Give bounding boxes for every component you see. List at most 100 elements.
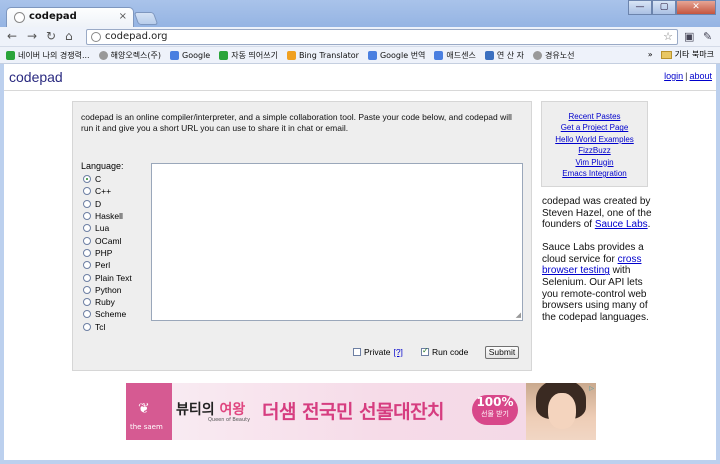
project-page-link[interactable]: Get a Project Page [542,122,647,133]
bookmark-item[interactable]: 자동 띄어쓰기 [219,50,278,61]
wrench-menu-icon[interactable]: ✎ [703,30,712,43]
radio-button[interactable] [83,199,91,208]
window-titlebar: codepad × — ▢ ✕ [0,0,720,28]
intro-text: codepad is an online compiler/interprete… [81,112,512,133]
private-help-link[interactable]: [?] [393,347,402,357]
radio-button[interactable] [83,298,91,307]
browser-tab[interactable]: codepad × [6,7,134,28]
bookmark-item[interactable]: 해양오렉스(주) [98,50,161,61]
bookmark-icon [219,50,229,60]
address-url[interactable]: codepad.org [105,31,168,42]
google-icon [170,50,180,60]
page-content: codepad login | about codepad is an online… [4,64,716,460]
tab-title: codepad [29,11,77,22]
bookmark-item[interactable]: Google [170,50,210,60]
ad-banner[interactable]: ❦ the saem 뷰티의 여왕 Queen of Beauty 더샘 전국민… [126,383,596,440]
radio-button[interactable] [83,236,91,245]
run-option[interactable]: Run code [421,346,469,357]
login-link[interactable]: login [664,71,683,81]
bookmarks-bar: 네이버 나의 경쟁력... 해양오렉스(주) Google 자동 띄어쓰기 Bi… [0,47,720,64]
private-option[interactable]: Private [?] [353,347,403,357]
bookmark-icon [98,50,108,60]
bookmark-item[interactable]: 애드센스 [434,50,476,61]
ad-logo-icon: ❦ [138,401,150,417]
bookmark-star-icon[interactable]: ☆ [663,30,673,43]
reload-icon[interactable]: ↻ [46,29,56,43]
language-option[interactable]: C++ [83,185,132,197]
site-logo[interactable]: codepad [9,69,63,85]
bookmarks-more-icon[interactable]: » [648,50,653,59]
ad-subline: Queen of Beauty [208,417,251,423]
fizzbuzz-link[interactable]: FizzBuzz [542,145,647,156]
radio-button[interactable] [83,224,91,233]
hello-world-link[interactable]: Hello World Examples [542,134,647,145]
ad-photo [526,383,596,440]
language-option[interactable]: Python [83,284,132,296]
radio-button[interactable] [83,187,91,196]
language-option[interactable]: OCaml [83,234,132,246]
paste-form: codepad is an online compiler/interprete… [72,101,532,371]
home-icon[interactable]: ⌂ [65,29,73,43]
language-option[interactable]: Tcl [83,321,132,333]
sidebar-links: Recent Pastes Get a Project Page Hello W… [541,101,648,187]
vim-plugin-link[interactable]: Vim Plugin [542,157,647,168]
globe-icon [91,32,101,42]
close-window-button[interactable]: ✕ [676,0,716,15]
emacs-link[interactable]: Emacs Integration [542,168,647,179]
bookmark-icon [6,50,15,60]
radio-button[interactable] [83,273,91,282]
ad-badge[interactable]: 100% 선물 받기 [472,395,518,425]
minimize-button[interactable]: — [628,0,652,15]
radio-button[interactable] [83,175,91,184]
other-bookmarks[interactable]: » 기타 북마크 [648,49,714,60]
radio-button[interactable] [83,322,91,331]
page-favicon-icon [14,12,25,23]
bookmark-icon [533,50,543,60]
new-tab-button[interactable] [133,12,159,25]
language-option[interactable]: Plain Text [83,271,132,283]
language-option[interactable]: Lua [83,222,132,234]
bookmark-item[interactable]: Bing Translator [286,50,359,60]
language-option[interactable]: Ruby [83,296,132,308]
about-link[interactable]: about [689,71,712,81]
bookmark-item[interactable]: 경유노선 [533,50,575,61]
maximize-button[interactable]: ▢ [652,0,676,15]
recent-pastes-link[interactable]: Recent Pastes [542,111,647,122]
code-textarea[interactable]: ◢ [151,163,523,321]
private-checkbox[interactable] [353,348,361,356]
sauce-labs-link[interactable]: Sauce Labs [595,219,648,230]
run-code-checkbox[interactable] [421,346,429,356]
site-header: codepad login | about [4,64,716,91]
google-icon [367,50,377,60]
radio-button[interactable] [83,212,91,221]
ad-headline: 뷰티의 여왕 [176,402,246,418]
language-option[interactable]: C [83,173,132,185]
forward-arrow-icon[interactable]: → [27,29,37,43]
window-controls: — ▢ ✕ [628,0,716,15]
bookmark-item[interactable]: Google 번역 [367,50,425,61]
resize-grip-icon[interactable]: ◢ [516,311,521,319]
language-option[interactable]: PHP [83,247,132,259]
radio-button[interactable] [83,248,91,257]
extension-icon[interactable]: ▣ [684,30,694,43]
run-code-label: Run code [432,347,469,357]
back-arrow-icon[interactable]: ← [7,29,17,43]
bookmark-icon [484,50,494,60]
language-option[interactable]: Perl [83,259,132,271]
bookmark-item[interactable]: 네이버 나의 경쟁력... [6,50,90,61]
language-option[interactable]: D [83,198,132,210]
browser-toolbar: ← → ↻ ⌂ codepad.org ☆ ▣ ✎ [0,27,720,47]
bing-icon [286,50,296,60]
tab-close-icon[interactable]: × [119,11,127,22]
radio-button[interactable] [83,285,91,294]
ad-info-icon[interactable]: ▷ [589,385,594,392]
bookmark-item[interactable]: 연 산 자 [484,50,524,61]
radio-button[interactable] [83,261,91,270]
private-label: Private [364,347,391,357]
address-bar[interactable]: codepad.org ☆ [86,29,678,45]
language-option[interactable]: Scheme [83,308,132,320]
other-bookmarks-label[interactable]: 기타 북마크 [675,49,714,60]
submit-button[interactable]: Submit [485,346,519,359]
language-option[interactable]: Haskell [83,210,132,222]
radio-button[interactable] [83,310,91,319]
